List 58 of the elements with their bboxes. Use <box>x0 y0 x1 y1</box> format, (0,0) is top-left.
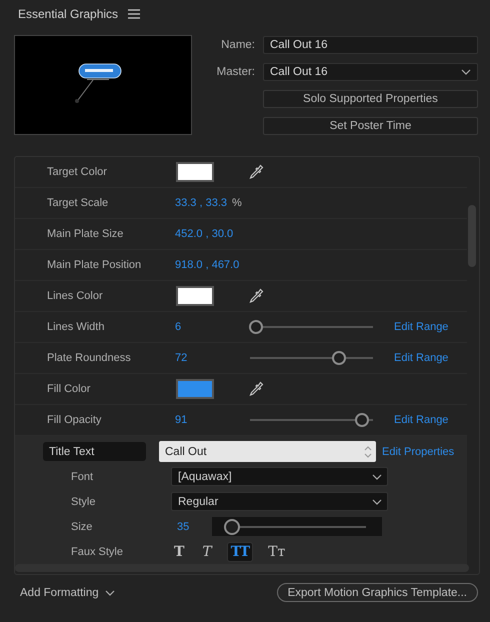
font-dropdown[interactable]: [Aquawax] <box>171 467 388 486</box>
add-formatting-dropdown[interactable]: Add Formatting <box>20 586 115 598</box>
property-label: Lines Color <box>47 290 104 302</box>
slider-thumb[interactable] <box>224 518 240 534</box>
panel-button[interactable]: Solo Supported Properties <box>263 90 478 108</box>
slider-thumb[interactable] <box>354 413 369 427</box>
master-dropdown[interactable]: Call Out 16 <box>263 63 478 81</box>
faux-style-button[interactable]: Tт <box>265 542 288 562</box>
property-value[interactable]: 91 <box>175 414 250 426</box>
faux-style-button[interactable]: T <box>199 542 215 562</box>
export-button[interactable]: Export Motion Graphics Template... <box>276 583 478 602</box>
property-label: Fill Opacity <box>47 414 102 426</box>
property-label: Size <box>70 520 94 532</box>
edit-properties-link[interactable]: Edit Properties <box>382 446 454 458</box>
style-dropdown[interactable]: Regular <box>171 492 388 511</box>
property-label: Plate Roundness <box>47 352 132 364</box>
panel-button[interactable]: Set Poster Time <box>263 117 478 135</box>
caret-icon <box>372 474 382 480</box>
property-label: Font <box>70 470 94 482</box>
faux-style-button[interactable]: T <box>171 542 188 562</box>
caret-icon <box>372 498 382 504</box>
property-value[interactable]: 6 <box>175 321 250 333</box>
property-label: Faux Style <box>70 546 124 558</box>
color-swatch[interactable] <box>176 379 214 399</box>
color-swatch[interactable] <box>176 286 214 306</box>
field-label: Name: <box>220 39 256 51</box>
menu-icon[interactable] <box>128 9 140 19</box>
property-value[interactable]: 35 <box>171 520 212 532</box>
property-label: Target Scale <box>47 197 110 209</box>
color-swatch[interactable] <box>176 162 214 182</box>
panel-title: Essential Graphics <box>18 7 118 21</box>
field-label: Master: <box>216 66 256 78</box>
property-label: Fill Color <box>47 383 92 395</box>
property-value[interactable]: 918.0 , 467.0 <box>175 259 240 271</box>
eyedropper-icon[interactable] <box>248 288 264 304</box>
faux-style-button[interactable]: TT <box>226 542 254 562</box>
slider-thumb[interactable] <box>249 320 264 334</box>
text-field[interactable]: Call Out <box>159 441 376 462</box>
caret-icon <box>104 590 115 596</box>
property-value[interactable]: 452.0 , 30.0 <box>175 228 234 240</box>
edit-range-link[interactable]: Edit Range <box>394 414 448 426</box>
edit-range-link[interactable]: Edit Range <box>394 352 448 364</box>
property-label: Main Plate Size <box>47 228 124 240</box>
scrollbar[interactable] <box>468 205 476 267</box>
name-field[interactable]: Call Out 16 <box>263 36 478 54</box>
section-label: Title Text <box>43 442 146 461</box>
edit-range-link[interactable]: Edit Range <box>394 321 448 333</box>
property-value[interactable]: 72 <box>175 352 250 364</box>
property-label: Lines Width <box>47 321 106 333</box>
property-label: Style <box>70 496 96 508</box>
property-label: Target Color <box>47 166 108 178</box>
unit-label: % <box>232 197 242 209</box>
caret-icon <box>461 69 471 75</box>
property-label: Main Plate Position <box>47 259 142 271</box>
eyedropper-icon[interactable] <box>248 164 264 180</box>
eyedropper-icon[interactable] <box>248 381 264 397</box>
slider-thumb[interactable] <box>332 351 346 365</box>
property-value[interactable]: 33.3 , 33.3 <box>175 197 227 209</box>
